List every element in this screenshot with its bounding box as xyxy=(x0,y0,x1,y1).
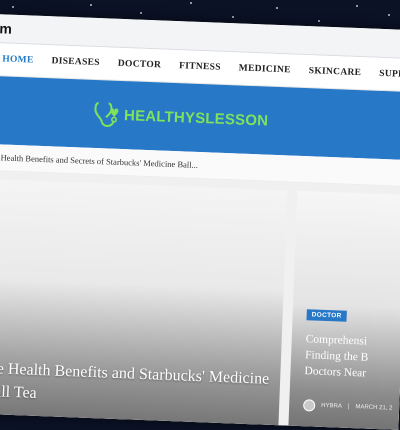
author-name[interactable]: HYBRA xyxy=(321,403,342,410)
site-logo[interactable]: HEALTHYSLESSON xyxy=(92,100,269,135)
side-post-card[interactable]: DOCTOR Comprehensi Finding the B Doctors… xyxy=(287,190,400,430)
category-badge[interactable]: DOCTOR xyxy=(306,309,347,322)
nav-item-home[interactable]: HOME xyxy=(2,54,34,65)
site-logo-text: HEALTHYSLESSON xyxy=(123,106,269,130)
nav-item-diseases[interactable]: DISEASES xyxy=(51,56,100,68)
calendar-icon: | xyxy=(347,403,350,410)
featured-post-title[interactable]: the Health Benefits and Starbucks' Medic… xyxy=(0,357,275,414)
post-meta: HYBRA | MARCH 21, 2 xyxy=(302,399,393,414)
post-date: MARCH 21, 2 xyxy=(355,404,393,412)
url-text: m xyxy=(0,20,13,37)
breadcrumb-text: he Health Benefits and Secrets of Starbu… xyxy=(0,151,199,170)
nav-item-doctor[interactable]: DOCTOR xyxy=(118,59,162,71)
main-content: the Health Benefits and Starbucks' Medic… xyxy=(0,170,400,430)
browser-window: m HOME DISEASES DOCTOR FITNESS MEDICINE … xyxy=(0,14,400,430)
nav-item-fitness[interactable]: FITNESS xyxy=(179,61,221,73)
nav-item-supplements[interactable]: SUPPLEMENTS xyxy=(379,69,400,82)
nav-item-medicine[interactable]: MEDICINE xyxy=(239,63,291,75)
author-avatar xyxy=(302,399,316,412)
side-post-title[interactable]: Comprehensi Finding the B Doctors Near xyxy=(304,331,400,383)
featured-post-card[interactable]: the Health Benefits and Starbucks' Medic… xyxy=(0,178,288,430)
nav-item-skincare[interactable]: SKINCARE xyxy=(309,66,362,78)
stethoscope-heart-icon xyxy=(94,102,119,127)
